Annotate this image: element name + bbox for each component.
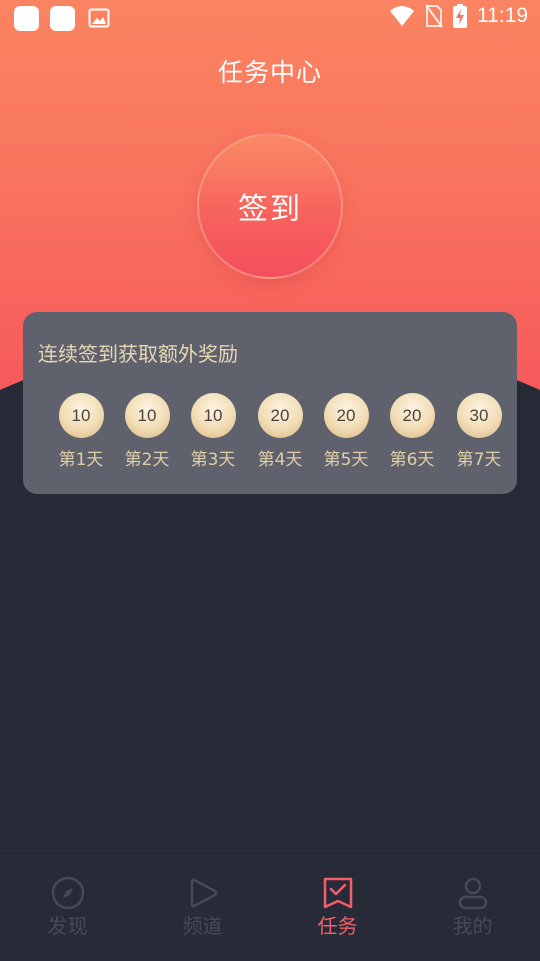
reward-coin: 10 — [58, 393, 104, 438]
nav-label: 发现 — [47, 914, 88, 938]
nav-label: 任务 — [317, 914, 358, 938]
battery-charging-icon — [453, 4, 467, 28]
day-reward-list: 10 第1天 10 第2天 10 第3天 20 第4天 20 第5天 20 第6… — [47, 393, 502, 473]
reward-coin: 30 — [456, 393, 502, 438]
day-label: 第7天 — [456, 450, 502, 470]
status-bar: 11:19 — [0, 0, 540, 38]
reward-coin: 10 — [124, 393, 170, 438]
page-title: 任务中心 — [217, 58, 322, 87]
no-sim-icon — [425, 4, 443, 28]
nav-item-task[interactable]: 任务 — [270, 851, 405, 961]
clock: 11:19 — [477, 4, 528, 27]
wifi-icon — [390, 6, 414, 26]
day-reward-item: 20 第6天 — [378, 393, 446, 470]
task-icon — [323, 877, 352, 909]
card-title: 连续签到获取额外奖励 — [38, 342, 238, 366]
notification-icon — [50, 6, 75, 31]
day-label: 第6天 — [389, 450, 435, 470]
reward-coin: 20 — [323, 393, 369, 438]
compass-icon — [51, 876, 84, 910]
nav-label: 频道 — [182, 914, 223, 938]
day-label: 第3天 — [190, 450, 236, 470]
day-label: 第4天 — [257, 450, 303, 470]
day-reward-item: 10 第3天 — [179, 393, 247, 470]
day-reward-item: 30 第7天 — [445, 393, 513, 470]
consecutive-reward-card: 连续签到获取额外奖励 10 第1天 10 第2天 10 第3天 20 第4天 2… — [23, 312, 517, 494]
user-icon — [458, 877, 487, 910]
sign-in-label: 签到 — [238, 192, 302, 227]
day-reward-item: 20 第4天 — [246, 393, 314, 470]
nav-item-channel[interactable]: 频道 — [135, 851, 270, 961]
nav-item-discover[interactable]: 发现 — [0, 851, 135, 961]
nav-label: 我的 — [452, 914, 493, 938]
day-label: 第2天 — [124, 450, 170, 470]
nav-item-mine[interactable]: 我的 — [405, 851, 540, 961]
sign-in-button[interactable]: 签到 — [197, 133, 343, 279]
reward-coin: 10 — [190, 393, 236, 438]
day-label: 第5天 — [323, 450, 369, 470]
bottom-nav: 发现 频道 任务 我的 — [0, 850, 540, 961]
notification-icon — [14, 6, 39, 31]
play-icon — [190, 878, 217, 908]
reward-coin: 20 — [389, 393, 435, 438]
day-reward-item: 10 第2天 — [113, 393, 181, 470]
day-label: 第1天 — [58, 450, 104, 470]
image-icon — [88, 8, 110, 28]
day-reward-item: 10 第1天 — [47, 393, 115, 470]
day-reward-item: 20 第5天 — [312, 393, 380, 470]
reward-coin: 20 — [257, 393, 303, 438]
